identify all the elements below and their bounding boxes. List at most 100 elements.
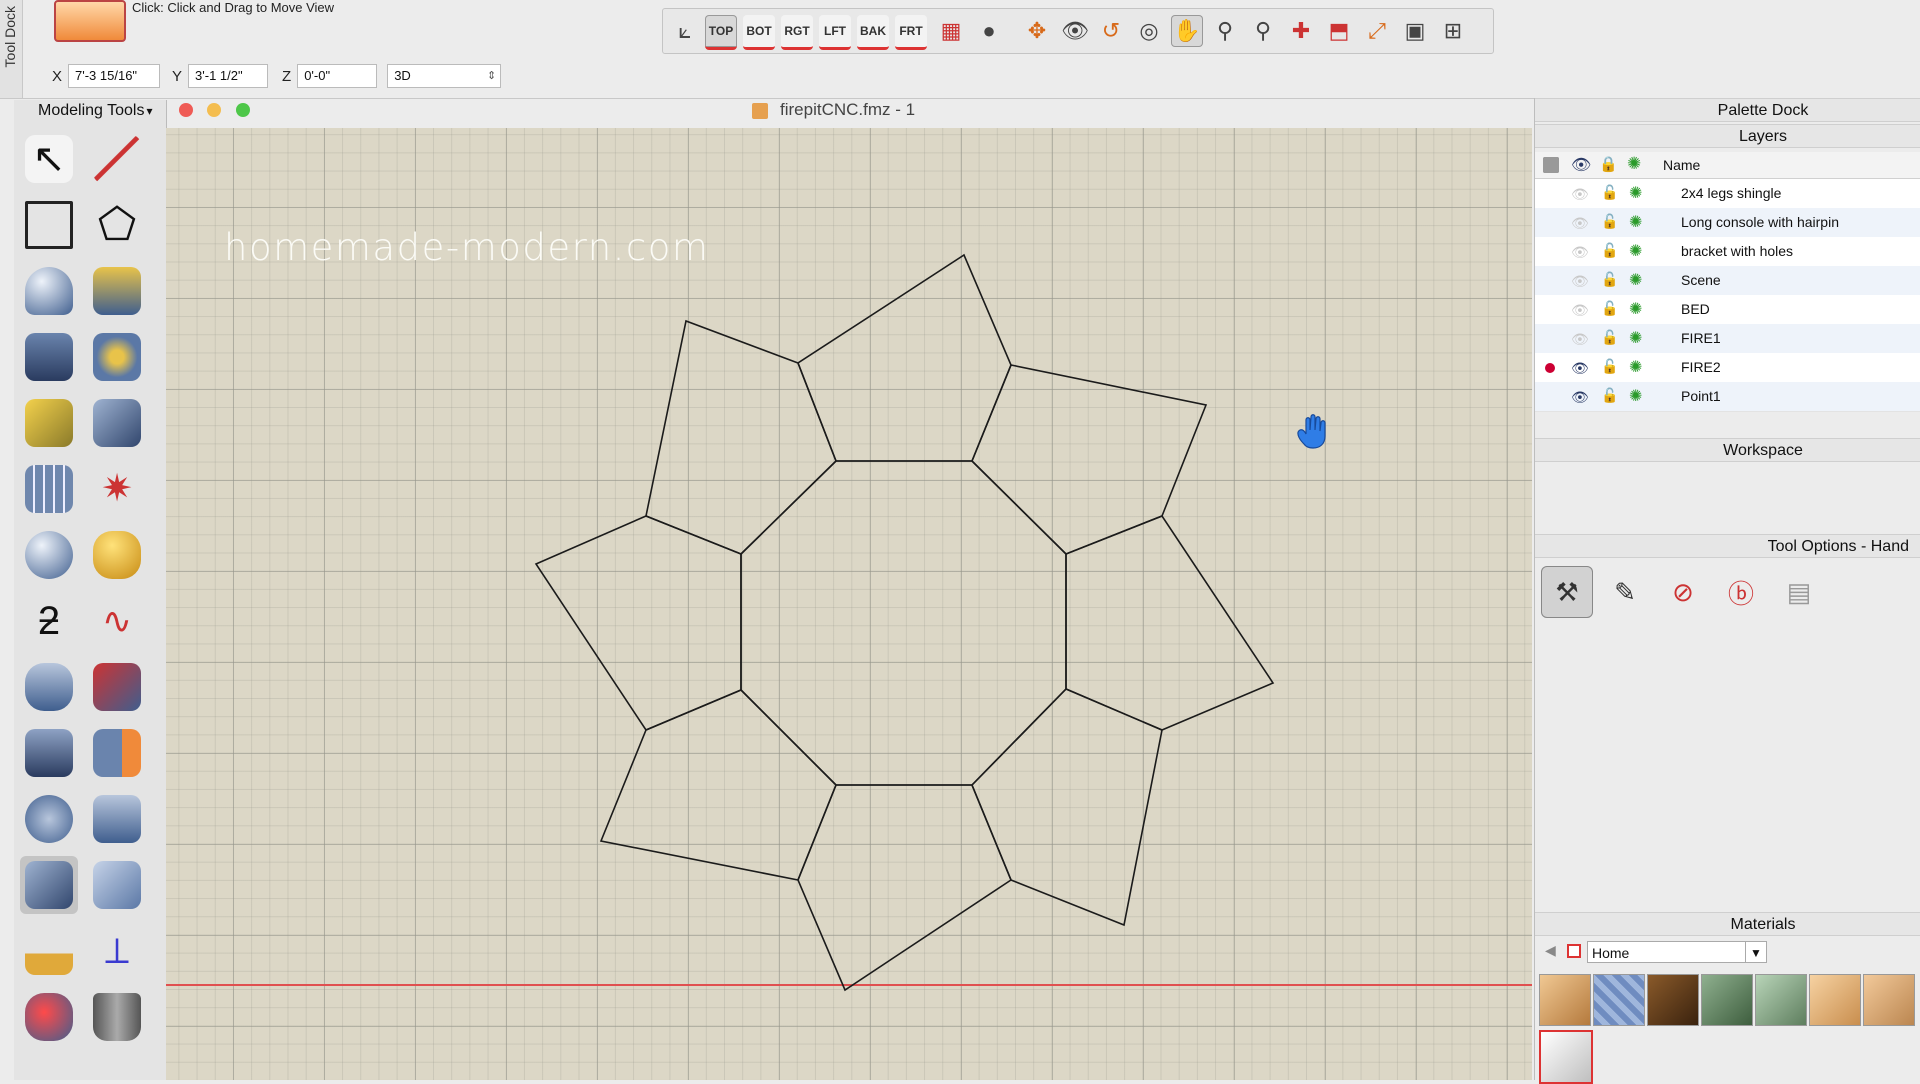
view-left-button[interactable]: LFT xyxy=(819,15,851,50)
sphere-tool[interactable] xyxy=(20,262,78,320)
visibility-eye-icon[interactable]: 👁 xyxy=(1571,244,1589,261)
material-swatch-wood-light[interactable] xyxy=(1539,974,1591,1026)
workspace-print-icon[interactable]: ⓑ xyxy=(1715,566,1767,618)
snap-icon[interactable]: ✺ xyxy=(1629,183,1642,203)
group-figures-tool[interactable] xyxy=(88,790,146,848)
visibility-eye-icon[interactable]: 👁 xyxy=(1571,302,1589,319)
visibility-eye-icon[interactable]: 👁 xyxy=(1571,360,1589,377)
pan-arrows-icon[interactable]: ✥ xyxy=(1021,15,1053,47)
view-back-button[interactable]: BAK xyxy=(857,15,889,50)
measure-tool[interactable] xyxy=(20,922,78,980)
lock-icon[interactable]: 🔓 xyxy=(1601,184,1618,201)
duplicate-tool[interactable] xyxy=(88,856,146,914)
back-arrow-icon[interactable]: ◀ xyxy=(1545,942,1556,959)
layer-row[interactable]: 👁 🔓 ✺ BED xyxy=(1535,295,1920,325)
layer-row[interactable]: 👁 🔓 ✺ Point1 xyxy=(1535,382,1920,412)
view-bottom-button[interactable]: BOT xyxy=(743,15,775,50)
camera-view-icon[interactable]: ▣ xyxy=(1399,15,1431,47)
lathe-tool[interactable] xyxy=(20,658,78,716)
paint-tool[interactable] xyxy=(20,988,78,1046)
path-tool[interactable]: ƻ xyxy=(20,592,78,650)
sweep-tool[interactable] xyxy=(88,328,146,386)
lock-icon[interactable]: 🔓 xyxy=(1601,213,1618,230)
visibility-eye-icon[interactable]: 👁 xyxy=(1571,273,1589,290)
lock-icon[interactable]: 🔓 xyxy=(1601,358,1618,375)
zoom-out-icon[interactable]: ⚲ xyxy=(1247,15,1279,47)
snap-icon[interactable]: ✺ xyxy=(1629,241,1642,261)
delete-tool[interactable] xyxy=(88,988,146,1046)
modeling-tools-title[interactable]: Modeling Tools ▾ xyxy=(38,102,152,120)
layer-row[interactable]: 👁 🔓 ✺ FIRE2 xyxy=(1535,353,1920,383)
snap-icon[interactable]: ✺ xyxy=(1629,270,1642,290)
bevel-tool[interactable] xyxy=(88,526,146,584)
move-object-tool[interactable] xyxy=(20,856,78,914)
axis-tool[interactable]: ⟂ xyxy=(88,922,146,980)
view-top-button[interactable]: TOP xyxy=(705,15,737,50)
zoom-window-button[interactable] xyxy=(236,103,250,117)
deform-tool[interactable] xyxy=(88,658,146,716)
layer-row[interactable]: 👁 🔓 ✺ bracket with holes xyxy=(1535,237,1920,267)
boolean-tool[interactable] xyxy=(20,790,78,848)
material-swatch-maple[interactable] xyxy=(1809,974,1861,1026)
layer-name[interactable]: bracket with holes xyxy=(1681,243,1793,259)
grid-add-tool[interactable] xyxy=(20,460,78,518)
render-sphere-icon[interactable]: ● xyxy=(973,15,1005,47)
material-color-icon[interactable] xyxy=(1567,944,1581,958)
box-tool[interactable] xyxy=(20,328,78,386)
visibility-eye-icon[interactable]: 👁 xyxy=(1571,389,1589,406)
view-right-button[interactable]: RGT xyxy=(781,15,813,50)
lock-icon[interactable]: 🔓 xyxy=(1601,242,1618,259)
workspace-modeling-icon[interactable]: ⚒ xyxy=(1541,566,1593,618)
hand-tool-icon[interactable]: ✋ xyxy=(1171,15,1203,47)
zoom-icon[interactable]: ⚲ xyxy=(1209,15,1241,47)
layer-name[interactable]: 2x4 legs shingle xyxy=(1681,185,1781,201)
zoom-plus-icon[interactable]: ✚ xyxy=(1285,15,1317,47)
lock-icon[interactable]: 🔓 xyxy=(1601,300,1618,317)
layer-name[interactable]: FIRE1 xyxy=(1681,330,1721,346)
visibility-eye-icon[interactable]: 👁 xyxy=(1571,331,1589,348)
visibility-eye-icon[interactable]: 👁 xyxy=(1571,215,1589,232)
layout-view-icon[interactable]: ⊞ xyxy=(1437,15,1469,47)
select-arrow-tool[interactable]: ↖ xyxy=(20,130,78,188)
polygon-tool[interactable]: ⬠ xyxy=(88,196,146,254)
close-window-button[interactable] xyxy=(179,103,193,117)
view-front-button[interactable]: FRT xyxy=(895,15,927,50)
modeling-canvas[interactable] xyxy=(166,128,1532,1080)
lock-icon[interactable]: 🔓 xyxy=(1601,387,1618,404)
x-field[interactable]: 7'-3 15/16" xyxy=(68,64,161,88)
workspace-layout-icon[interactable]: ▤ xyxy=(1773,566,1825,618)
look-eye-icon[interactable]: 👁 xyxy=(1059,15,1091,47)
zoom-window-icon[interactable]: ⬒ xyxy=(1323,15,1355,47)
material-swatch-wood-dark[interactable] xyxy=(1647,974,1699,1026)
workspace-cnc-icon[interactable]: ⊘ xyxy=(1657,566,1709,618)
rotate-icon[interactable]: ↺ xyxy=(1095,15,1127,47)
snap-icon[interactable]: ✺ xyxy=(1629,299,1642,319)
grid-plane-icon[interactable]: ▦ xyxy=(935,15,967,47)
stairs-tool[interactable] xyxy=(88,394,146,452)
extrude-tool[interactable] xyxy=(88,262,146,320)
minimize-window-button[interactable] xyxy=(207,103,221,117)
layer-name[interactable]: BED xyxy=(1681,301,1710,317)
visibility-eye-icon[interactable]: 👁 xyxy=(1571,186,1589,203)
explode-tool[interactable]: ✷ xyxy=(88,460,146,518)
material-swatch-white-selected[interactable] xyxy=(1539,1030,1593,1084)
active-layer-dot[interactable] xyxy=(1545,363,1555,373)
layer-name[interactable]: Scene xyxy=(1681,272,1721,288)
snap-icon[interactable]: ✺ xyxy=(1629,212,1642,232)
material-swatch-green-stone[interactable] xyxy=(1701,974,1753,1026)
layer-row[interactable]: 👁 🔓 ✺ FIRE1 xyxy=(1535,324,1920,354)
z-field[interactable]: 0'-0" xyxy=(297,64,378,88)
snap-icon[interactable]: ✺ xyxy=(1629,328,1642,348)
snap-icon[interactable]: ✺ xyxy=(1629,386,1642,406)
tool-dock-tab[interactable]: Tool Dock xyxy=(0,0,23,98)
figure-drop-tool[interactable] xyxy=(88,724,146,782)
materials-library-select[interactable]: Home ▼ xyxy=(1587,941,1767,963)
material-swatch-blue-tile[interactable] xyxy=(1593,974,1645,1026)
lock-icon[interactable]: 🔓 xyxy=(1601,329,1618,346)
layer-name[interactable]: Long console with hairpin xyxy=(1681,214,1839,230)
axes-icon[interactable]: ⟀ xyxy=(669,15,701,47)
material-swatch-green-light[interactable] xyxy=(1755,974,1807,1026)
layer-name[interactable]: FIRE2 xyxy=(1681,359,1721,375)
layer-row[interactable]: 👁 🔓 ✺ Long console with hairpin xyxy=(1535,208,1920,238)
layer-row[interactable]: 👁 🔓 ✺ Scene xyxy=(1535,266,1920,296)
